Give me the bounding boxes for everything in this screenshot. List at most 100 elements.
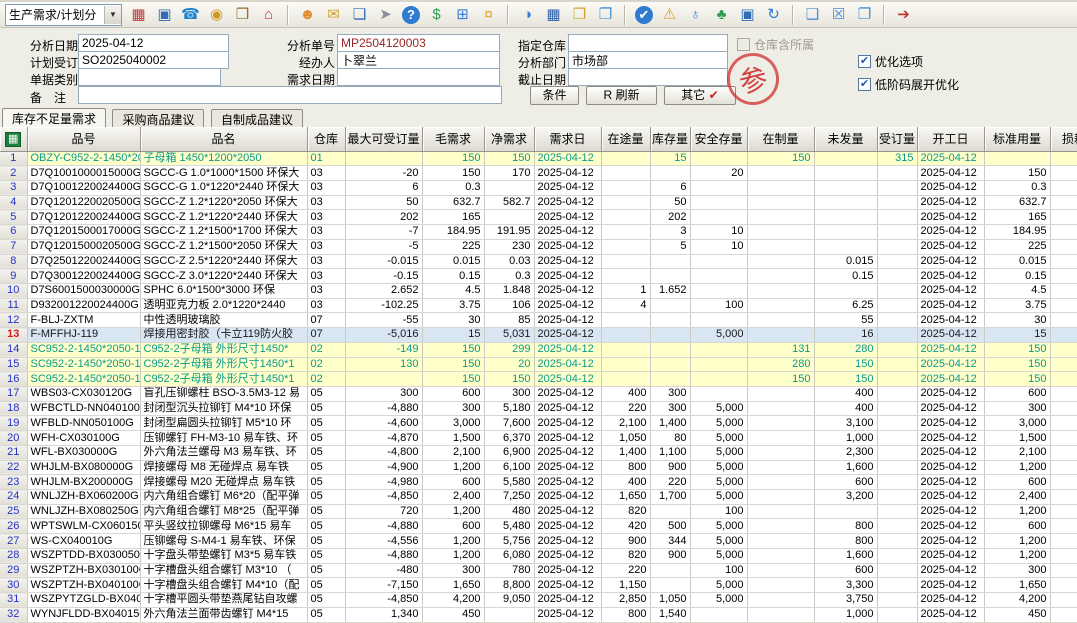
condition-button[interactable]: 条件 bbox=[530, 86, 579, 105]
exit-icon[interactable]: ➔ bbox=[893, 4, 914, 25]
row-number[interactable]: 7 bbox=[0, 239, 27, 254]
column-header-8[interactable]: 库存量 bbox=[650, 127, 690, 151]
column-header-0[interactable]: 品号 bbox=[27, 127, 140, 151]
contact-icon[interactable]: ☎ bbox=[180, 4, 201, 25]
column-header-1[interactable]: 品名 bbox=[140, 127, 307, 151]
table-row[interactable]: 23WHJLM-BX200000G焊接螺母 M20 无碰焊点 易车铁05-4,9… bbox=[0, 475, 1077, 490]
table-row[interactable]: 21WFL-BX030000G外六角法兰螺母 M3 易车铁、环05-4,8002… bbox=[0, 445, 1077, 460]
lock-icon[interactable]: ◉ bbox=[206, 4, 227, 25]
archive-icon[interactable]: ❒ bbox=[569, 4, 590, 25]
column-header-3[interactable]: 最大可受订量 bbox=[345, 127, 422, 151]
operator-input[interactable] bbox=[337, 51, 500, 69]
table-row[interactable]: 13F-MFFHJ-119焊接用密封胶（卡立119防火胶07-5,016155,… bbox=[0, 328, 1077, 343]
table-row[interactable]: 19WFBLD-NN050100G封闭型扁圆头拉铆钉 M5*10 环05-4,6… bbox=[0, 416, 1077, 431]
row-number[interactable]: 28 bbox=[0, 548, 27, 563]
row-number[interactable]: 6 bbox=[0, 225, 27, 240]
dept-input[interactable] bbox=[568, 51, 728, 69]
row-number[interactable]: 13 bbox=[0, 328, 27, 343]
table-row[interactable]: 32WYNJFLDD-BX040150G外六角法兰面带齿螺钉 M4*15051,… bbox=[0, 607, 1077, 622]
refresh-icon[interactable]: ↻ bbox=[763, 4, 784, 25]
cascade-windows-icon[interactable]: ❐ bbox=[854, 4, 875, 25]
computer-icon[interactable]: ▣ bbox=[154, 4, 175, 25]
row-number[interactable]: 18 bbox=[0, 401, 27, 416]
row-number[interactable]: 15 bbox=[0, 357, 27, 372]
table-row[interactable]: 5D7Q1201220024400GSGCC-Z 1.2*1220*2440 环… bbox=[0, 210, 1077, 225]
column-header-5[interactable]: 净需求 bbox=[484, 127, 534, 151]
combobox-dropdown-arrow-icon[interactable]: ▼ bbox=[104, 6, 121, 24]
optimize-option-checkbox[interactable]: ✔ 优化选项 bbox=[858, 53, 923, 70]
row-number[interactable]: 4 bbox=[0, 195, 27, 210]
copy-icon[interactable]: ❐ bbox=[595, 4, 616, 25]
monitor-icon[interactable]: ▣ bbox=[737, 4, 758, 25]
column-header-2[interactable]: 仓库 bbox=[307, 127, 345, 151]
table-row[interactable]: 20WFH-CX030100G压铆螺钉 FH-M3-10 易车铁、环05-4,8… bbox=[0, 431, 1077, 446]
table-row[interactable]: 17WBS03-CX030120G盲孔压铆螺柱 BSO-3.5M3-12 易05… bbox=[0, 387, 1077, 402]
table-row[interactable]: 25WNLJZH-BX080250G内六角组合螺钉 M8*25（配平弹05720… bbox=[0, 504, 1077, 519]
analysis-date-input[interactable] bbox=[78, 34, 229, 52]
row-number[interactable]: 26 bbox=[0, 519, 27, 534]
module-combobox[interactable]: 生产需求/计划分 ▼ bbox=[5, 4, 122, 26]
table-row[interactable]: 8D7Q2501220024400GSGCC-Z 2.5*1220*2440 环… bbox=[0, 254, 1077, 269]
workflow-icon[interactable]: ▦ bbox=[128, 4, 149, 25]
table-row[interactable]: 16SC952-2-1450*2050-1C952-2子母箱 外形尺寸1450*… bbox=[0, 372, 1077, 387]
table-row[interactable]: 12F-BLJ-ZXTM中性透明玻璃胶07-5530852025-04-1255… bbox=[0, 313, 1077, 328]
table-row[interactable]: 26WPTSWLM-CX060150G平头竖纹拉铆螺母 M6*15 易车05-4… bbox=[0, 519, 1077, 534]
analysis-no-input[interactable] bbox=[337, 34, 500, 52]
table-row[interactable]: 14SC952-2-1450*2050-1C952-2子母箱 外形尺寸1450*… bbox=[0, 342, 1077, 357]
row-number[interactable]: 17 bbox=[0, 387, 27, 402]
row-number[interactable]: 12 bbox=[0, 313, 27, 328]
table-row[interactable]: 11D932001220024400G透明亚克力板 2.0*1220*24400… bbox=[0, 298, 1077, 313]
table-row[interactable]: 7D7Q1201500020500GSGCC-Z 1.2*1500*2050 环… bbox=[0, 239, 1077, 254]
row-number[interactable]: 16 bbox=[0, 372, 27, 387]
row-number[interactable]: 19 bbox=[0, 416, 27, 431]
row-number[interactable]: 22 bbox=[0, 460, 27, 475]
module-combobox-value[interactable]: 生产需求/计划分 bbox=[6, 6, 104, 23]
row-number[interactable]: 3 bbox=[0, 180, 27, 195]
sales-icon[interactable]: ¤ bbox=[478, 4, 499, 25]
row-number[interactable]: 32 bbox=[0, 607, 27, 622]
doc-type-input[interactable] bbox=[78, 68, 221, 86]
row-number[interactable]: 2 bbox=[0, 166, 27, 181]
calculator-icon[interactable]: ▦ bbox=[543, 4, 564, 25]
row-number[interactable]: 30 bbox=[0, 578, 27, 593]
help-icon[interactable]: ? bbox=[402, 6, 420, 24]
mail-icon[interactable]: ✉ bbox=[323, 4, 344, 25]
table-row[interactable]: 28WSZPTDD-BX030050G十字盘头带垫螺钉 M3*5 易车铁05-4… bbox=[0, 548, 1077, 563]
key-icon[interactable]: ➤ bbox=[375, 4, 396, 25]
close-window-icon[interactable]: ☒ bbox=[828, 4, 849, 25]
plan-order-input[interactable] bbox=[78, 51, 229, 69]
remark-input[interactable] bbox=[78, 86, 502, 104]
table-row[interactable]: 18WFBCTLD-NN040100G封闭型沉头拉铆钉 M4*10 环保05-4… bbox=[0, 401, 1077, 416]
row-number[interactable]: 9 bbox=[0, 269, 27, 284]
row-number[interactable]: 24 bbox=[0, 490, 27, 505]
table-row[interactable]: 10D7S6001500030000GSPHC 6.0*1500*3000 环保… bbox=[0, 283, 1077, 298]
table-row[interactable]: 22WHJLM-BX080000G焊接螺母 M8 无碰焊点 易车铁05-4,90… bbox=[0, 460, 1077, 475]
row-number[interactable]: 11 bbox=[0, 298, 27, 313]
checkbox-check-icon[interactable]: ✔ bbox=[858, 78, 871, 91]
column-header-15[interactable]: 损耗量 bbox=[1050, 127, 1077, 151]
network-icon[interactable]: ♣ bbox=[711, 4, 732, 25]
row-number[interactable]: 5 bbox=[0, 210, 27, 225]
report-icon[interactable]: ◑ bbox=[517, 4, 538, 25]
row-number[interactable]: 23 bbox=[0, 475, 27, 490]
table-row[interactable]: 1OBZY-C952-2-1450*2050子母箱 1450*1200*2050… bbox=[0, 151, 1077, 166]
column-header-6[interactable]: 需求日 bbox=[534, 127, 601, 151]
row-number[interactable]: 21 bbox=[0, 445, 27, 460]
column-header-9[interactable]: 安全存量 bbox=[690, 127, 747, 151]
table-row[interactable]: 27WS-CX040010G压铆螺母 S-M4-1 易车铁、环保05-4,556… bbox=[0, 534, 1077, 549]
tab-stock-shortage[interactable]: 库存不足量需求 bbox=[2, 108, 106, 127]
table-row[interactable]: 24WNLJZH-BX060200G内六角组合螺钉 M6*20（配平弹05-4,… bbox=[0, 490, 1077, 505]
row-number[interactable]: 25 bbox=[0, 504, 27, 519]
table-row[interactable]: 30WSZPTZH-BX040100G十字槽盘头组合螺钉 M4*10（配05-7… bbox=[0, 578, 1077, 593]
column-header-10[interactable]: 在制量 bbox=[747, 127, 814, 151]
row-number[interactable]: 1 bbox=[0, 151, 27, 166]
column-header-4[interactable]: 毛需求 bbox=[422, 127, 484, 151]
tab-selfmade-suggestion[interactable]: 自制成品建议 bbox=[211, 109, 303, 127]
row-number[interactable]: 27 bbox=[0, 534, 27, 549]
users-icon[interactable]: ☻ bbox=[297, 4, 318, 25]
table-row[interactable]: 29WSZPTZH-BX030100G十字槽盘头组合螺钉 M3*10 （05-4… bbox=[0, 563, 1077, 578]
approve-icon[interactable]: ✔ bbox=[635, 6, 653, 24]
column-header-13[interactable]: 开工日 bbox=[917, 127, 984, 151]
table-row[interactable]: 15SC952-2-1450*2050-1C952-2子母箱 外形尺寸1450*… bbox=[0, 357, 1077, 372]
low-level-code-checkbox[interactable]: ✔ 低阶码展开优化 bbox=[858, 76, 959, 93]
